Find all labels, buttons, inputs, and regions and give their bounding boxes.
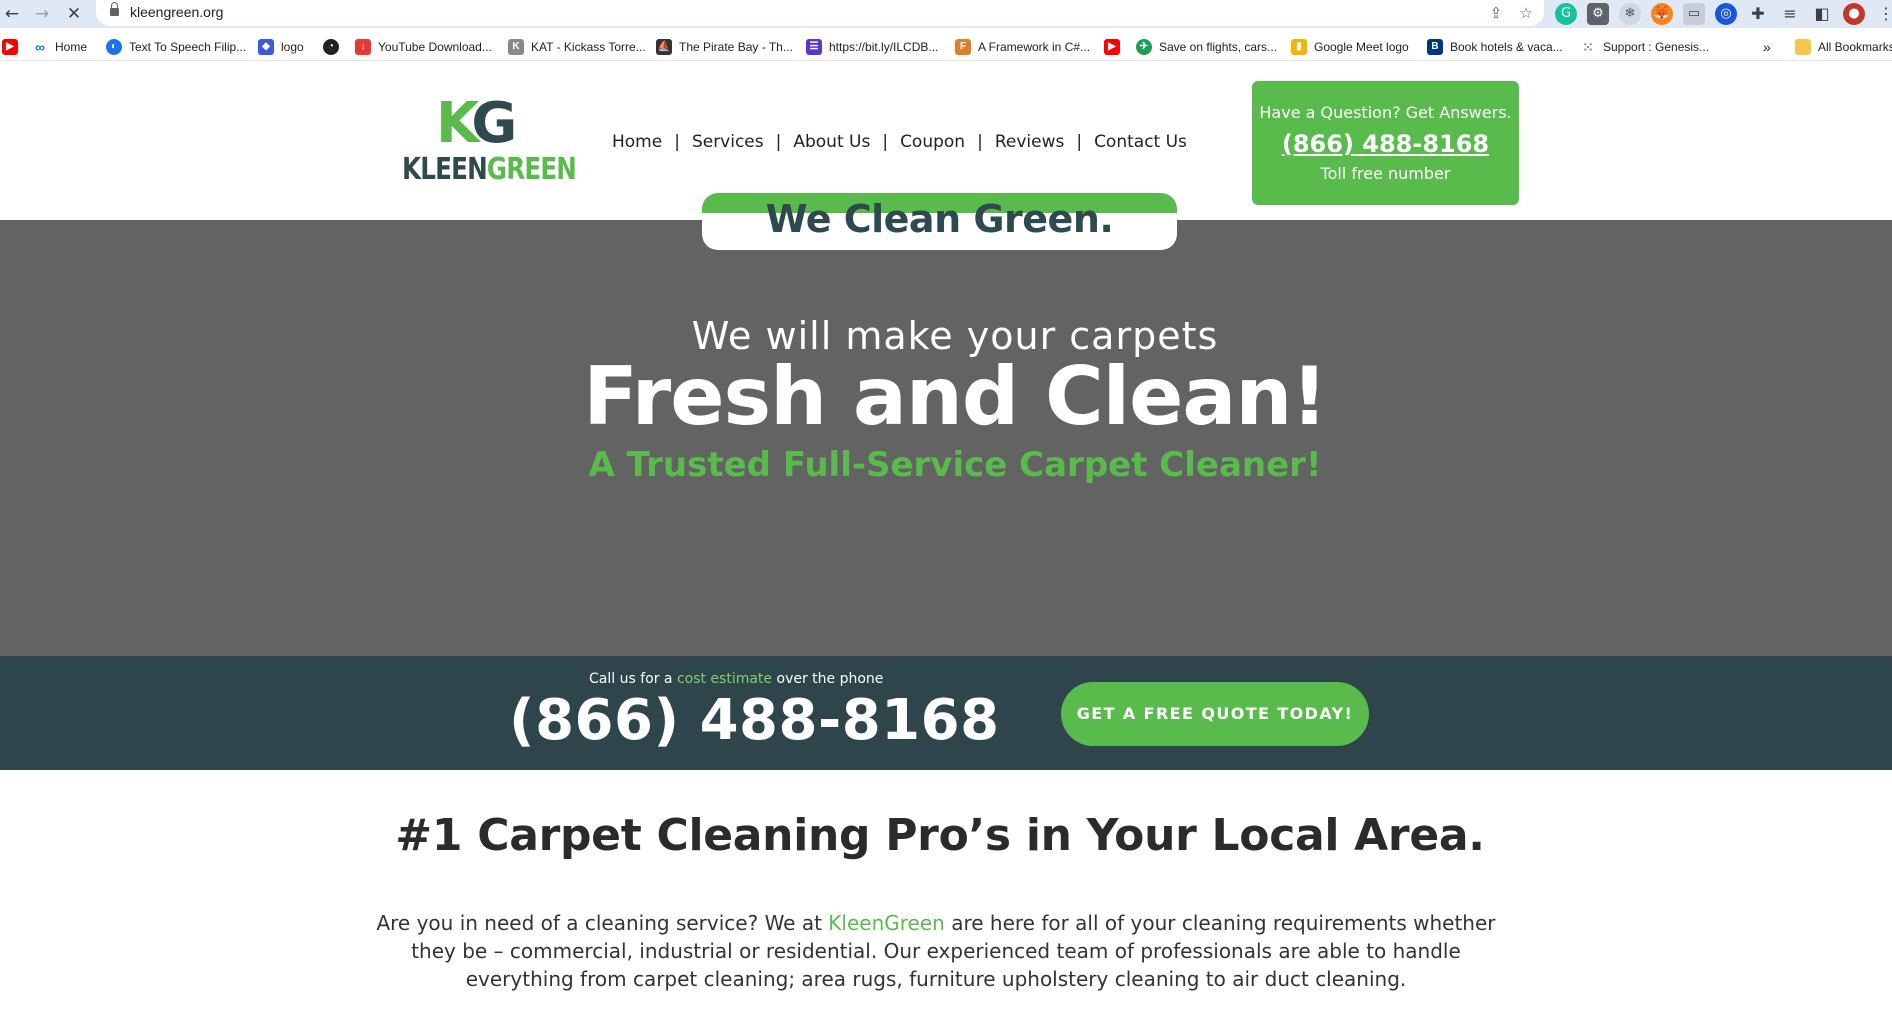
bookmark-genesis[interactable]: ⁙ Support : Genesis... (1580, 37, 1709, 57)
section-heading: #1 Carpet Cleaning Pro’s in Your Local A… (395, 810, 1485, 861)
call-estimate-band: Call us for a cost estimate over the pho… (0, 656, 1892, 770)
tts-icon: ◐ (106, 39, 122, 55)
bookmark-youtube-2[interactable]: ▶ (1104, 37, 1120, 57)
download-icon: ↓ (355, 39, 371, 55)
bookmark-google-meet[interactable]: ▮ Google Meet logo (1291, 37, 1409, 57)
gear-extension-icon[interactable]: ⚙ (1587, 3, 1609, 25)
nav-separator: | (977, 132, 983, 152)
bookmark-pirate-bay[interactable]: ⛵ The Pirate Bay - Th... (656, 37, 793, 57)
more-bookmarks-chevron-icon[interactable]: » (1763, 37, 1771, 57)
main-navigation: Home | Services | About Us | Coupon | Re… (612, 132, 1187, 152)
badge-label: We Clean Green. (765, 197, 1114, 241)
call-intro-text: Call us for a cost estimate over the pho… (589, 671, 884, 687)
puzzle-extensions-icon[interactable]: ✚ (1747, 3, 1769, 25)
kat-icon: K (508, 39, 524, 55)
cast-extension-icon[interactable]: ▭ (1683, 3, 1705, 25)
back-arrow-icon[interactable]: ← (0, 2, 24, 26)
nav-separator: | (674, 132, 680, 152)
we-clean-green-badge: We Clean Green. (702, 193, 1177, 250)
logo-wordmark: KLEENGREEN (402, 152, 577, 187)
dots-grid-icon: ⁙ (1582, 39, 1594, 55)
header-phone-link[interactable]: (866) 488-8168 (1252, 130, 1519, 158)
intro-paragraph: Are you in need of a cleaning service? W… (376, 911, 1496, 991)
circle-extension-icon[interactable]: ◎ (1715, 3, 1737, 25)
question-prompt: Have a Question? Get Answers. (1259, 103, 1512, 122)
nav-reviews[interactable]: Reviews (995, 132, 1065, 152)
question-callout: Have a Question? Get Answers. (866) 488-… (1252, 81, 1519, 205)
share-icon[interactable]: ⇪ (1486, 3, 1506, 23)
framework-icon: F (955, 39, 971, 55)
nav-separator: | (1076, 132, 1083, 152)
youtube-icon: ▶ (1104, 39, 1120, 55)
reading-list-icon[interactable]: ≡ (1779, 3, 1801, 25)
bookmarks-bar: ▶ ∞ Home ◐ Text To Speech Filip... ◆ logo ◔… (0, 33, 1892, 61)
nav-about-us[interactable]: About Us (793, 132, 870, 152)
globe-icon: ◔ (323, 39, 339, 55)
forward-arrow-icon[interactable]: → (30, 2, 54, 26)
free-quote-button[interactable]: GET A FREE QUOTE TODAY! (1061, 682, 1369, 746)
nav-separator: | (775, 132, 782, 152)
stop-loading-icon[interactable]: ✕ (62, 2, 86, 26)
nav-coupon[interactable]: Coupon (900, 132, 965, 152)
toll-free-note: Toll free number (1320, 164, 1451, 183)
bookmark-globe[interactable]: ◔ (323, 37, 339, 57)
bookmark-home[interactable]: ∞ Home (32, 37, 87, 57)
bookmark-framework[interactable]: FA Framework in C#... (955, 37, 1090, 57)
callband-phone-link[interactable]: (866) 488-8168 (509, 688, 1000, 753)
brand-name-link[interactable]: KleenGreen (828, 911, 945, 935)
plane-icon: ✈ (1136, 39, 1152, 55)
youtube-icon: ▶ (2, 39, 18, 55)
hero-banner: We will make your carpets Fresh and Clea… (0, 220, 1892, 656)
logo-monogram: KG (436, 91, 517, 156)
bookmark-tts[interactable]: ◐ Text To Speech Filip... (106, 37, 246, 57)
shield-logo-icon: ◆ (258, 39, 274, 55)
bookmark-booking[interactable]: B Book hotels & vaca... (1427, 37, 1563, 57)
pirate-ship-icon: ⛵ (656, 39, 672, 55)
nav-separator: | (882, 132, 889, 152)
hero-tagline: A Trusted Full-Service Carpet Cleaner! (588, 445, 1322, 485)
browser-toolbar: ← → ✕ kleengreen.org ⇪ ☆ G ⚙ ❄ 🦊 ▭ ◎ ✚ ≡… (0, 0, 1892, 28)
bookmark-youtube[interactable]: ▶ (2, 37, 18, 57)
bookmark-kat[interactable]: K KAT - Kickass Torre... (508, 37, 646, 57)
all-bookmarks[interactable]: All Bookmarks (1795, 37, 1892, 57)
nav-home[interactable]: Home (612, 132, 662, 152)
bookmark-logo[interactable]: ◆ logo (258, 37, 304, 57)
list-icon: ☰ (806, 39, 822, 55)
bookmark-bitly[interactable]: ☰ https://bit.ly/ILCDB... (806, 37, 938, 57)
booking-icon: B (1427, 39, 1443, 55)
star-bookmark-icon[interactable]: ☆ (1516, 3, 1536, 23)
grammarly-icon[interactable]: G (1555, 3, 1577, 25)
extensions-bar: G ⚙ ❄ 🦊 ▭ ◎ ✚ ≡ ◧ ● ⋮ (1555, 3, 1892, 25)
lock-icon (110, 2, 119, 16)
nav-contact-us[interactable]: Contact Us (1094, 132, 1187, 152)
folder-icon (1795, 39, 1811, 55)
meet-icon: ▮ (1291, 39, 1307, 55)
side-panel-icon[interactable]: ◧ (1811, 3, 1833, 25)
kleengreen-logo[interactable]: KG KLEENGREEN (402, 91, 577, 188)
metamask-fox-icon[interactable]: 🦊 (1651, 3, 1673, 25)
url-text[interactable]: kleengreen.org (130, 4, 223, 20)
snowflake-extension-icon[interactable]: ❄ (1619, 3, 1641, 25)
address-bar[interactable]: kleengreen.org ⇪ ☆ (96, 0, 1544, 26)
nav-services[interactable]: Services (692, 132, 764, 152)
bookmark-flights[interactable]: ✈ Save on flights, cars... (1136, 37, 1277, 57)
hero-title: Fresh and Clean! (583, 350, 1328, 443)
profile-avatar-icon[interactable]: ● (1843, 3, 1865, 25)
meta-icon: ∞ (35, 39, 45, 55)
bookmark-youtube-download[interactable]: ↓ YouTube Download... (355, 37, 492, 57)
menu-dots-icon[interactable]: ⋮ (1875, 3, 1892, 25)
